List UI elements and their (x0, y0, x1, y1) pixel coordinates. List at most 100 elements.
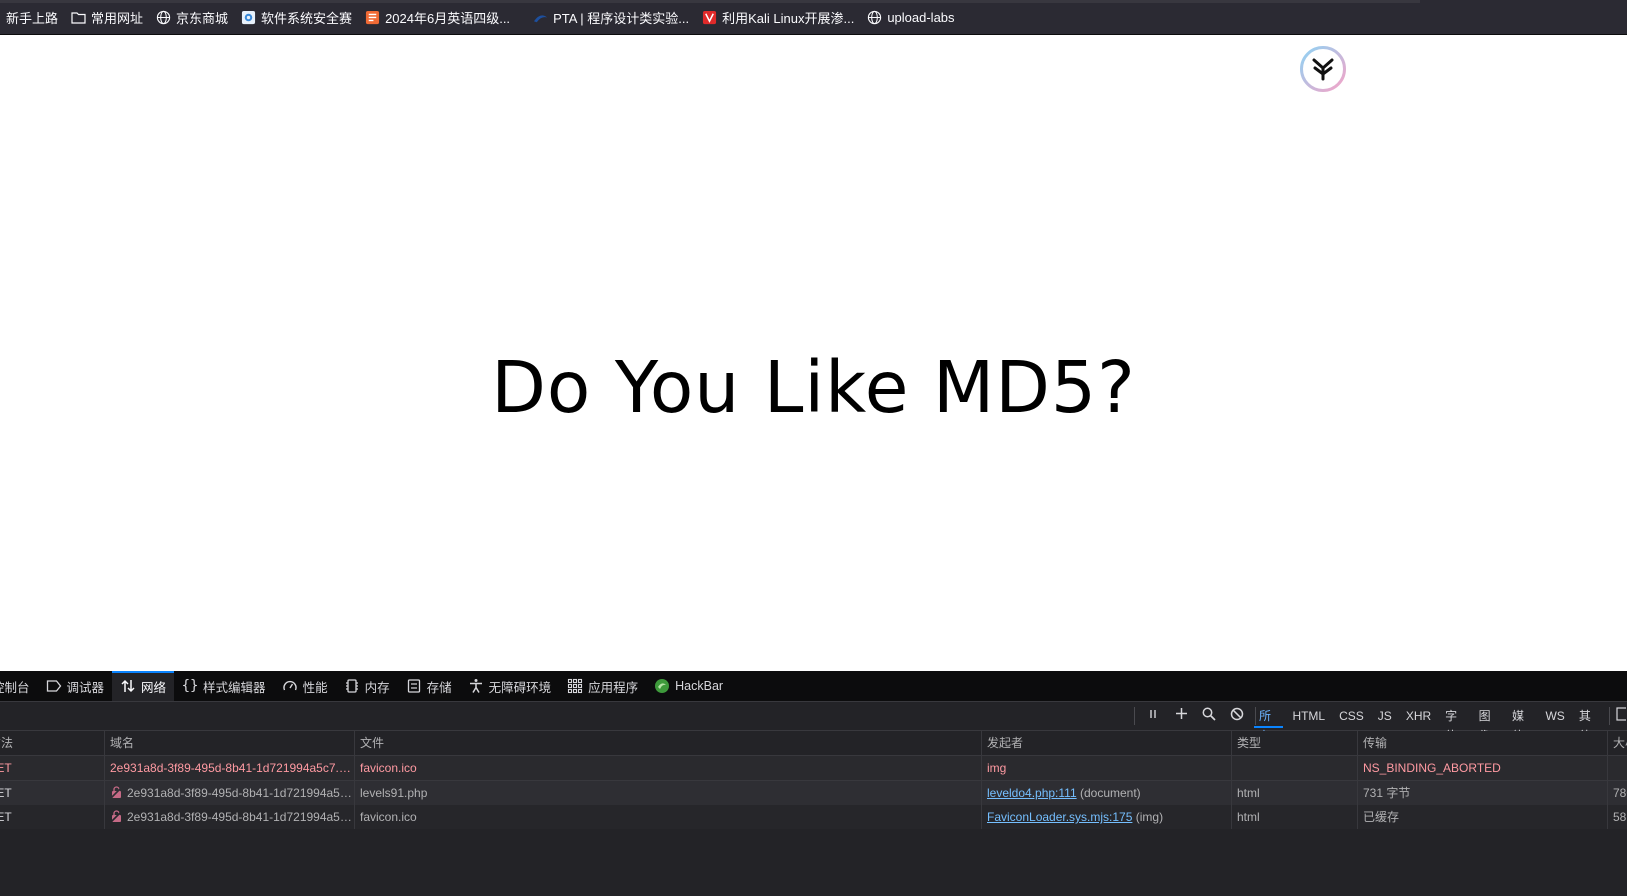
globe-icon (866, 9, 882, 25)
tab-application[interactable]: 应用程序 (559, 671, 646, 701)
doc-favicon-icon (364, 9, 380, 25)
bookmark-pta[interactable]: PTA | 程序设计类实验... (526, 5, 695, 29)
initiator-link[interactable]: FaviconLoader.sys.mjs:175 (987, 810, 1132, 824)
table-row[interactable]: GET 2e931a8d-3f89-495d-8b41-1d721994a5c7… (0, 805, 1627, 829)
memory-icon (344, 678, 360, 694)
extension-floating-logo-icon[interactable] (1300, 46, 1346, 92)
page-headline: Do You Like MD5? (491, 346, 1136, 429)
tab-label: 内存 (364, 680, 390, 695)
block-icon (1230, 707, 1244, 726)
tab-storage[interactable]: 存储 (398, 671, 460, 701)
tab-console[interactable]: 控制台 (0, 671, 38, 701)
cell-size (1608, 756, 1627, 780)
filter-other[interactable]: 其他 (1572, 706, 1605, 743)
tab-memory[interactable]: 内存 (336, 671, 398, 701)
network-toolbar-actions (1130, 702, 1260, 730)
cell-size: 58 (1613, 810, 1627, 824)
cell-transfer: 731 字节 (1358, 781, 1608, 805)
column-header-size[interactable]: 大小 (1608, 731, 1627, 755)
cell-domain: 2e931a8d-3f89-495d-8b41-1d721994a5c7.nod… (105, 805, 355, 829)
cell-type (1232, 756, 1358, 780)
filter-html[interactable]: HTML (1285, 706, 1332, 726)
column-header-label: 方法 (0, 736, 14, 750)
request-type-filters: 所有 HTML CSS JS XHR 字体 图像 媒体 WS 其他 (1252, 702, 1627, 743)
bookmark-security-contest[interactable]: 软件系统安全赛 (234, 5, 358, 29)
add-request-blocking-button[interactable] (1167, 702, 1195, 730)
bookmarks-toolbar: 新手上路 常用网址 京东商城 软件系统安全赛 2024年6月英语四级... PT… (0, 0, 1627, 35)
bookmark-jd[interactable]: 京东商城 (149, 5, 234, 29)
filter-ws[interactable]: WS (1538, 706, 1571, 726)
cell-transfer: 已缓存 (1358, 805, 1608, 829)
tab-label: 样式编辑器 (203, 680, 266, 695)
accessibility-icon (468, 678, 484, 694)
tab-style-editor[interactable]: {} 样式编辑器 (174, 671, 274, 701)
filter-js[interactable]: JS (1371, 706, 1399, 726)
domain-text: 2e931a8d-3f89-495d-8b41-1d721994a5c7.nod… (127, 786, 354, 800)
red-favicon-icon (701, 9, 717, 25)
network-toolbar: 所有 HTML CSS JS XHR 字体 图像 媒体 WS 其他 (0, 702, 1627, 743)
column-header-initiator[interactable]: 发起者 (982, 731, 1232, 755)
column-header-domain[interactable]: 域名 (105, 731, 355, 755)
tab-hackbar[interactable]: HackBar (646, 671, 731, 701)
tab-strip-edge (0, 0, 1420, 3)
site-favicon-icon (240, 9, 256, 25)
pause-icon (1147, 707, 1159, 725)
tab-label: HackBar (675, 679, 724, 693)
pause-button[interactable] (1139, 702, 1167, 730)
column-header-file[interactable]: 文件 (355, 731, 982, 755)
bookmark-newbie[interactable]: 新手上路 (0, 5, 64, 29)
braces-icon: {} (181, 678, 199, 694)
tab-network[interactable]: 网络 (112, 671, 175, 701)
bookmark-label: 软件系统安全赛 (261, 10, 353, 26)
block-requests-button[interactable] (1223, 702, 1251, 730)
table-header: 方法 域名 文件 发起者 类型 传输 大小 (0, 731, 1627, 756)
page-viewport: Do You Like MD5? (0, 35, 1627, 671)
tab-label: 调试器 (66, 680, 105, 695)
cell-method: GET (0, 781, 105, 805)
initiator-link[interactable]: leveldo4.php:111 (987, 786, 1077, 800)
cell-file: favicon.ico (355, 756, 982, 780)
tab-debugger[interactable]: 调试器 (38, 671, 113, 701)
initiator-cause: (document) (1079, 786, 1141, 800)
filter-xhr[interactable]: XHR (1399, 706, 1438, 726)
apps-grid-icon (567, 678, 583, 694)
table-row[interactable]: GET 2e931a8d-3f89-495d-8b41-1d721994a5c7… (0, 781, 1627, 805)
panel-toggle-button[interactable] (1614, 702, 1627, 730)
bookmark-kali[interactable]: 利用Kali Linux开展渗... (695, 5, 860, 29)
insecure-connection-icon (110, 807, 123, 823)
storage-icon (406, 678, 422, 694)
tab-label: 控制台 (0, 680, 30, 695)
bookmark-label: 2024年6月英语四级... (385, 10, 511, 26)
table-row[interactable]: GET 2e931a8d-3f89-495d-8b41-1d721994a5c7… (0, 756, 1627, 781)
filter-media[interactable]: 媒体 (1505, 706, 1538, 743)
column-header-transfer[interactable]: 传输 (1358, 731, 1608, 755)
filter-all[interactable]: 所有 (1252, 706, 1285, 743)
hackbar-icon (654, 678, 670, 694)
tab-accessibility[interactable]: 无障碍环境 (460, 671, 560, 701)
column-header-method[interactable]: 方法 (0, 731, 105, 755)
search-button[interactable] (1195, 702, 1223, 730)
domain-text: 2e931a8d-3f89-495d-8b41-1d721994a5c7.nod… (127, 810, 354, 824)
bookmark-cet4[interactable]: 2024年6月英语四级... (358, 5, 516, 29)
cell-method: GET (0, 756, 105, 780)
bookmark-label: 常用网址 (91, 10, 144, 26)
bookmark-folder-common-sites[interactable]: 常用网址 (64, 5, 149, 29)
column-header-type[interactable]: 类型 (1232, 731, 1358, 755)
search-icon (1202, 707, 1216, 726)
cell-domain: 2e931a8d-3f89-495d-8b41-1d721994a5c7.nod… (105, 781, 355, 805)
cell-transfer: NS_BINDING_ABORTED (1358, 756, 1608, 780)
toolbar-separator (1609, 707, 1611, 725)
tab-label: 网络 (141, 680, 167, 695)
cell-initiator: img (982, 756, 1232, 780)
filter-css[interactable]: CSS (1332, 706, 1371, 726)
tab-performance[interactable]: 性能 (274, 671, 336, 701)
filter-images[interactable]: 图像 (1472, 706, 1505, 743)
cell-domain: 2e931a8d-3f89-495d-8b41-1d721994a5c7.nod… (105, 756, 355, 780)
tab-label: 存储 (426, 680, 452, 695)
cell-initiator: FaviconLoader.sys.mjs:175 (img) (982, 805, 1232, 829)
devtools-panel: 控制台 调试器 网络 {} 样式编辑器 性能 (0, 671, 1627, 896)
cell-type: html (1232, 781, 1358, 805)
cell-initiator: leveldo4.php:111 (document) (982, 781, 1232, 805)
filter-fonts[interactable]: 字体 (1438, 706, 1471, 743)
bookmark-upload-labs[interactable]: upload-labs (860, 5, 960, 29)
